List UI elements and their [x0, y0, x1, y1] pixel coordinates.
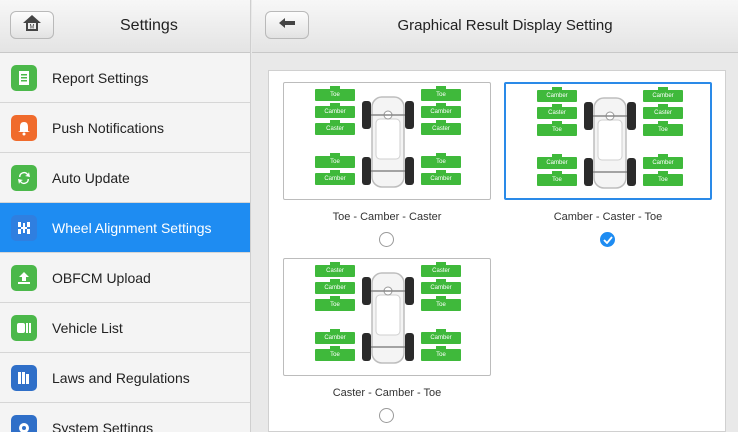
alignment-tag: Toe	[421, 153, 461, 168]
sidebar-item-label: Laws and Regulations	[52, 369, 190, 386]
wheel-alignment-icon	[11, 214, 37, 241]
sidebar-title: Settings	[120, 17, 178, 34]
option-label: Camber - Caster - Toe	[553, 211, 663, 223]
svg-text:M: M	[30, 24, 35, 30]
option-radio-1[interactable]	[379, 232, 394, 247]
alignment-tag: Toe	[315, 346, 355, 361]
bell-icon	[11, 114, 37, 141]
sidebar-item-obfcm-upload[interactable]: OBFCM Upload	[0, 253, 250, 303]
option-card-1[interactable]: Toe Camber Caster Toe Camber Caster Toe Camber T…	[283, 82, 491, 200]
checkmark-icon	[602, 235, 613, 244]
sidebar-item-label: Vehicle List	[52, 319, 123, 336]
option-radio-2[interactable]	[600, 232, 615, 247]
alignment-tag: Camber	[315, 103, 355, 118]
alignment-tag: Camber	[315, 329, 355, 344]
alignment-tag: Toe	[421, 296, 461, 311]
alignment-tag: Camber	[537, 87, 577, 102]
sidebar: M Settings Report Settings Push Notificat…	[0, 0, 251, 432]
sidebar-item-system-settings[interactable]: System Settings	[0, 403, 250, 432]
sidebar-item-label: Wheel Alignment Settings	[52, 219, 212, 236]
alignment-tag: Toe	[421, 86, 461, 101]
option-label: Caster - Camber - Toe	[332, 387, 442, 399]
alignment-tag: Toe	[643, 171, 683, 186]
upload-icon	[11, 264, 37, 291]
alignment-tag: Toe	[315, 86, 355, 101]
sidebar-item-auto-update[interactable]: Auto Update	[0, 153, 250, 203]
sidebar-item-label: Push Notifications	[52, 119, 165, 136]
alignment-diagram: Camber Caster Toe Camber Caster Toe Camber Toe C…	[506, 84, 714, 202]
sidebar-item-laws-and-regulations[interactable]: Laws and Regulations	[0, 353, 250, 403]
option-radio-3[interactable]	[379, 408, 394, 423]
sidebar-item-label: System Settings	[52, 419, 154, 432]
option-card-3[interactable]: Caster Camber Toe Caster Camber Toe Camber Toe C…	[283, 258, 491, 376]
alignment-diagram: Toe Camber Caster Toe Camber Caster Toe Camber T…	[284, 83, 492, 201]
vehicle-list-icon	[11, 314, 37, 341]
sidebar-item-vehicle-list[interactable]: Vehicle List	[0, 303, 250, 353]
alignment-tag: Camber	[421, 170, 461, 185]
alignment-tag: Caster	[537, 104, 577, 119]
options-container: Toe Camber Caster Toe Camber Caster Toe Camber T…	[268, 70, 726, 432]
alignment-diagram: Caster Camber Toe Caster Camber Toe Camber Toe C…	[284, 259, 492, 377]
alignment-tag: Camber	[421, 103, 461, 118]
sidebar-header: M Settings	[0, 0, 250, 53]
alignment-tag: Camber	[537, 154, 577, 169]
alignment-tag: Camber	[421, 279, 461, 294]
option-label: Toe - Camber - Caster	[332, 211, 442, 223]
home-icon: M	[22, 14, 42, 37]
sidebar-item-label: OBFCM Upload	[52, 269, 151, 286]
home-button[interactable]: M	[10, 11, 54, 39]
alignment-tag: Camber	[315, 279, 355, 294]
alignment-tag: Caster	[421, 120, 461, 135]
alignment-tag: Caster	[315, 120, 355, 135]
sidebar-item-push-notifications[interactable]: Push Notifications	[0, 103, 250, 153]
report-icon	[11, 64, 37, 91]
sidebar-item-report-settings[interactable]: Report Settings	[0, 53, 250, 103]
sidebar-item-wheel-alignment-settings[interactable]: Wheel Alignment Settings	[0, 203, 250, 253]
alignment-tag: Toe	[537, 121, 577, 136]
main-header: Graphical Result Display Setting	[252, 0, 738, 53]
alignment-tag: Caster	[643, 104, 683, 119]
gear-icon	[11, 414, 37, 432]
laws-icon	[11, 364, 37, 391]
alignment-tag: Camber	[421, 329, 461, 344]
alignment-tag: Toe	[315, 296, 355, 311]
alignment-tag: Toe	[643, 121, 683, 136]
option-card-2[interactable]: Camber Caster Toe Camber Caster Toe Camber Toe C…	[504, 82, 712, 200]
main-panel: Graphical Result Display Setting Toe Camb…	[252, 0, 738, 432]
sidebar-item-label: Auto Update	[52, 169, 130, 186]
alignment-tag: Camber	[315, 170, 355, 185]
alignment-tag: Camber	[643, 87, 683, 102]
sidebar-item-label: Report Settings	[52, 69, 149, 86]
alignment-tag: Camber	[643, 154, 683, 169]
alignment-tag: Caster	[315, 262, 355, 277]
alignment-tag: Caster	[421, 262, 461, 277]
alignment-tag: Toe	[421, 346, 461, 361]
refresh-icon	[11, 164, 37, 191]
page-title: Graphical Result Display Setting	[397, 17, 613, 34]
alignment-tag: Toe	[315, 153, 355, 168]
alignment-tag: Toe	[537, 171, 577, 186]
